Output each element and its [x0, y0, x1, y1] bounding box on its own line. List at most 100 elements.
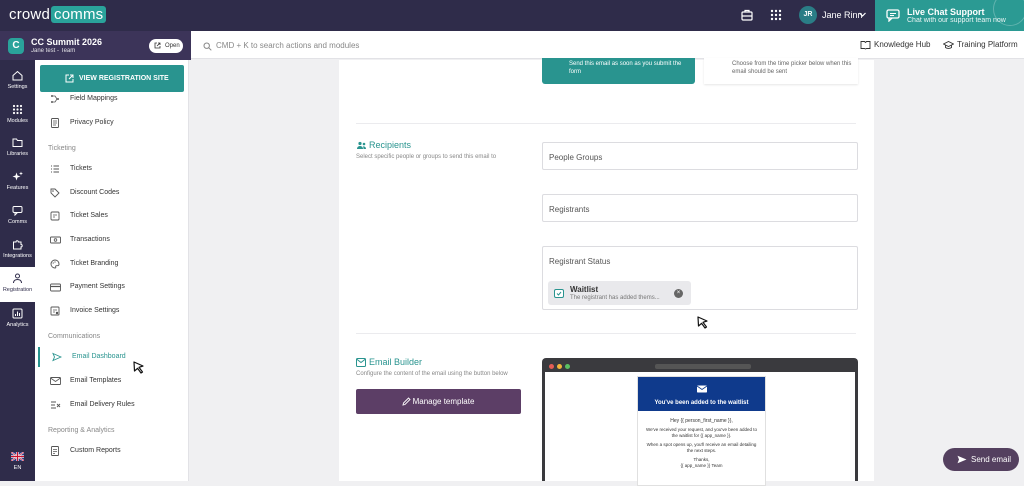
nav-label: Tickets [70, 165, 92, 172]
envelope-icon [695, 384, 709, 394]
external-link-icon [154, 42, 161, 49]
training-platform-link[interactable]: Training Platform [943, 40, 1018, 49]
nav-label: Discount Codes [70, 189, 120, 196]
user-avatar[interactable]: JR [799, 6, 817, 24]
document-icon [51, 118, 59, 128]
language-label[interactable]: EN [0, 465, 35, 471]
invoice-icon [50, 306, 60, 316]
schedule-later-option[interactable]: Choose from the time picker below when t… [704, 58, 858, 84]
live-chat-title: Live Chat Support [907, 7, 985, 17]
email-greeting: Hey {{ person_first_name }}, [670, 418, 733, 424]
rail-registration[interactable]: Registration [0, 267, 35, 302]
user-name[interactable]: Jane Rinn [822, 10, 863, 20]
palette-icon [50, 259, 60, 269]
manage-template-label: Manage template [412, 397, 475, 406]
registrant-status-field[interactable]: Registrant Status Waitlist The registran… [542, 246, 858, 310]
crowdcomms-logo[interactable]: crowd comms [9, 6, 107, 23]
nav-ticket-branding[interactable]: Ticket Branding [38, 254, 188, 274]
people-groups-field[interactable]: People Groups [542, 142, 858, 170]
nav-privacy-policy[interactable]: Privacy Policy [38, 113, 188, 133]
registrants-field[interactable]: Registrants [542, 194, 858, 222]
nav-email-templates[interactable]: Email Templates [38, 371, 188, 391]
folder-icon [12, 138, 23, 147]
nav-email-dashboard[interactable]: Email Dashboard [38, 347, 188, 367]
view-registration-label: VIEW REGISTRATION SITE [79, 75, 169, 82]
puzzle-icon [13, 240, 23, 250]
nav-ticket-sales[interactable]: Ticket Sales [38, 206, 188, 226]
remove-chip-icon[interactable]: × [674, 289, 683, 298]
briefcase-icon[interactable] [740, 8, 754, 22]
knowledge-hub-label: Knowledge Hub [874, 40, 931, 49]
command-search[interactable]: CMD + K to search actions and modules [203, 41, 359, 51]
tag-icon [50, 188, 60, 198]
preview-url-bar [655, 364, 751, 369]
rail-label: Analytics [6, 322, 29, 328]
apps-grid-icon[interactable] [769, 8, 783, 22]
nav-transactions[interactable]: Transactions [38, 230, 188, 250]
email-signoff: {{ app_name }} Team [680, 463, 723, 468]
nav-discount-codes[interactable]: Discount Codes [38, 183, 188, 203]
rail-comms[interactable]: Comms [0, 199, 35, 233]
registration-icon [13, 273, 22, 284]
home-icon [12, 70, 23, 81]
rules-icon [51, 401, 61, 409]
schedule-later-text: Choose from the time picker below when t… [732, 61, 852, 75]
rail-modules[interactable]: Modules [0, 98, 35, 132]
rail-libraries[interactable]: Libraries [0, 131, 35, 165]
chevron-down-icon[interactable] [858, 10, 867, 19]
mail-icon [356, 358, 366, 367]
nav-email-delivery-rules[interactable]: Email Delivery Rules [38, 395, 188, 415]
open-label: Open [165, 43, 180, 49]
waitlist-chip-description: The registrant has added thems... [570, 295, 660, 301]
registrant-status-label: Registrant Status [549, 257, 611, 266]
email-line-2: When a spot opens up, you'll receive an … [646, 442, 757, 453]
nav-label: Transactions [70, 236, 110, 243]
nav-custom-reports[interactable]: Custom Reports [38, 441, 188, 461]
event-name: CC Summit 2026 [31, 37, 103, 47]
nav-label: Custom Reports [70, 447, 121, 454]
live-chat-support-button[interactable]: Live Chat Support Chat with our support … [875, 0, 1024, 31]
nav-section-reporting: Reporting & Analytics [48, 427, 115, 434]
rail-settings[interactable]: Settings [0, 64, 35, 98]
event-switcher[interactable]: C CC Summit 2026 Jane test - Team Open [0, 31, 191, 60]
rail-integrations[interactable]: Integrations [0, 233, 35, 267]
recipients-description: Select specific people or groups to send… [356, 154, 497, 160]
field-mappings-icon [51, 95, 59, 103]
send-email-button[interactable]: Send email [943, 448, 1019, 471]
email-preview-window: You've been added to the waitlist Hey {{… [542, 358, 858, 486]
pencil-icon [402, 397, 411, 406]
open-event-button[interactable]: Open [149, 39, 183, 53]
email-heading: You've been added to the waitlist [654, 400, 749, 406]
uk-flag-icon[interactable] [11, 452, 24, 461]
nav-label: Ticket Sales [70, 212, 108, 219]
book-icon [860, 41, 871, 50]
waitlist-chip[interactable]: Waitlist The registrant has added thems.… [548, 281, 691, 305]
view-registration-site-button[interactable]: VIEW REGISTRATION SITE [40, 65, 184, 92]
manage-template-button[interactable]: Manage template [356, 389, 521, 414]
rail-analytics[interactable]: Analytics [0, 302, 35, 336]
email-builder-title: Email Builder [356, 357, 422, 367]
rail-label: Registration [2, 287, 33, 293]
rail-features[interactable]: Features [0, 165, 35, 199]
nav-label: Invoice Settings [70, 307, 120, 314]
send-now-text: Send this email as soon as you submit th… [569, 61, 682, 75]
window-maximize-dot [565, 364, 570, 369]
mouse-cursor-icon [697, 316, 709, 329]
send-now-option[interactable]: Send this email as soon as you submit th… [542, 58, 695, 84]
training-platform-label: Training Platform [957, 40, 1018, 49]
nav-invoice-settings[interactable]: Invoice Settings [38, 301, 188, 321]
chat-bubble-icon [886, 9, 900, 22]
ticket-icon [50, 211, 60, 221]
rail-label: Integrations [3, 253, 32, 259]
event-team: Jane test - Team [31, 48, 76, 54]
email-preview: You've been added to the waitlist Hey {{… [637, 376, 766, 486]
nav-field-mappings[interactable]: Field Mappings [38, 89, 188, 109]
nav-section-ticketing: Ticketing [48, 145, 76, 152]
knowledge-hub-link[interactable]: Knowledge Hub [860, 40, 931, 50]
nav-label: Ticket Branding [70, 260, 119, 267]
nav-tickets[interactable]: Tickets [38, 159, 188, 179]
email-builder-title-text: Email Builder [369, 357, 423, 367]
nav-payment-settings[interactable]: Payment Settings [38, 277, 188, 297]
nav-label: Email Templates [70, 377, 122, 384]
mail-icon [50, 377, 61, 385]
